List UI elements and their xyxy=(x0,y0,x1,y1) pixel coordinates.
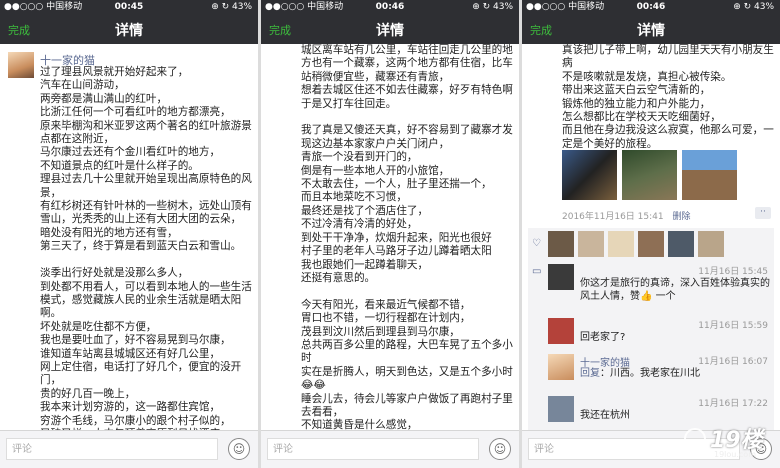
emoji-icon[interactable]: ☺ xyxy=(489,438,511,460)
likes-row: ♡ xyxy=(528,228,774,262)
moment-detail-panel-3: ●●○○○ 中国移动 00:46 ⊕ ↻ 43% 完成 详情 真该把儿子带上啊，… xyxy=(522,0,780,468)
comment-time: 11月16日 17:22 xyxy=(698,399,768,409)
heart-icon: ♡ xyxy=(532,238,541,249)
watermark-logo: 19楼 19lou.com xyxy=(680,420,776,464)
watermark-subtext: 19lou.com xyxy=(714,450,756,459)
comment-input[interactable]: 评论 xyxy=(267,438,479,460)
liker-avatar[interactable] xyxy=(548,231,574,257)
emoji-icon[interactable]: ☺ xyxy=(228,438,250,460)
comment-text: 回老家了? xyxy=(580,332,626,343)
moment-detail-panel-2: ●●○○○ 中国移动 00:46 ⊕ ↻ 43% 完成 详情 城区离车站有几公里… xyxy=(261,0,519,468)
liker-avatar[interactable] xyxy=(698,231,724,257)
comment-icon: ▭ xyxy=(532,266,542,277)
post-content: 十一家的猫 过了理县风景就开始好起来了， 汽车在山间游动， 两旁都是满山满山的红… xyxy=(0,44,258,430)
liker-avatar[interactable] xyxy=(578,231,604,257)
more-actions-button[interactable]: ·· xyxy=(755,207,771,219)
chat-bubble-icon xyxy=(684,428,706,450)
page-title: 详情 xyxy=(115,23,143,39)
commenter-avatar[interactable] xyxy=(548,264,574,290)
commenter-avatar[interactable] xyxy=(548,396,574,422)
nav-bar: 完成 详情 xyxy=(0,14,258,44)
comment-text: 你这才是旅行的真谛，深入百姓体验真实的风土人情，赞👍 一个 xyxy=(580,278,770,302)
moment-detail-panel-1: ●●○○○ 中国移动 00:45 ⊕ ↻ 43% 完成 详情 十一家的猫 过了理… xyxy=(0,0,258,468)
comments-list: ▭ 11月16日 15:45 你这才是旅行的真谛，深入百姓体验真实的风土人情，赞… xyxy=(528,262,774,430)
status-bar: ●●○○○ 中国移动 00:46 ⊕ ↻ 43% xyxy=(522,0,780,14)
photo-thumbnail[interactable] xyxy=(622,150,677,200)
comment-time: 11月16日 15:45 xyxy=(698,267,768,277)
liker-avatar[interactable] xyxy=(608,231,634,257)
post-text: 真该把儿子带上啊，幼儿园里天天有小朋友生病 不是咳嗽就是发烧，真担心被传染。 带… xyxy=(562,44,774,150)
reply-label: 回复 xyxy=(580,368,600,379)
comment-input[interactable]: 评论 xyxy=(6,438,218,460)
delete-link[interactable]: 删除 xyxy=(672,212,690,222)
status-bar: ●●○○○ 中国移动 00:45 ⊕ ↻ 43% xyxy=(0,0,258,14)
post-content: 真该把儿子带上啊，幼儿园里天天有小朋友生病 不是咳嗽就是发烧，真担心被传染。 带… xyxy=(522,44,780,430)
battery-indicator: ⊕ ↻ 43% xyxy=(472,2,513,12)
liker-avatar[interactable] xyxy=(638,231,664,257)
battery-indicator: ⊕ ↻ 43% xyxy=(211,2,252,12)
photo-thumbnail[interactable] xyxy=(682,150,737,200)
comment-text: 回复：川西。我老家在川北 xyxy=(580,367,770,380)
post-timestamp: 2016年11月16日 15:41 xyxy=(562,212,664,222)
nav-bar: 完成 详情 xyxy=(261,14,519,44)
post-meta: 2016年11月16日 15:41 删除 ·· xyxy=(562,207,777,223)
liker-avatar[interactable] xyxy=(668,231,694,257)
author-avatar[interactable] xyxy=(8,52,34,78)
post-content: 城区离车站有几公里，车站往回走几公里的地方也有一个藏寨，这两个地方都有住宿，比车… xyxy=(261,44,519,430)
comment-time: 11月16日 16:07 xyxy=(698,357,768,367)
photo-grid xyxy=(562,150,742,200)
status-bar: ●●○○○ 中国移动 00:46 ⊕ ↻ 43% xyxy=(261,0,519,14)
reply-text: ：川西。我老家在川北 xyxy=(600,368,700,379)
commenter-avatar[interactable] xyxy=(548,318,574,344)
page-title: 详情 xyxy=(376,23,404,39)
comment-bar: 评论 ☺ xyxy=(0,430,258,468)
post-text: 过了理县风景就开始好起来了， 汽车在山间游动， 两旁都是满山满山的红叶， 比浙江… xyxy=(40,66,252,430)
comment-time: 11月16日 15:59 xyxy=(698,321,768,331)
battery-indicator: ⊕ ↻ 43% xyxy=(733,2,774,12)
nav-bar: 完成 详情 xyxy=(522,14,780,44)
photo-thumbnail[interactable] xyxy=(562,150,617,200)
comment-bar: 评论 ☺ xyxy=(261,430,519,468)
commenter-avatar[interactable] xyxy=(548,354,574,380)
page-title: 详情 xyxy=(637,23,665,39)
post-text: 城区离车站有几公里，车站往回走几公里的地方也有一个藏寨，这两个地方都有住宿，比车… xyxy=(301,44,513,430)
